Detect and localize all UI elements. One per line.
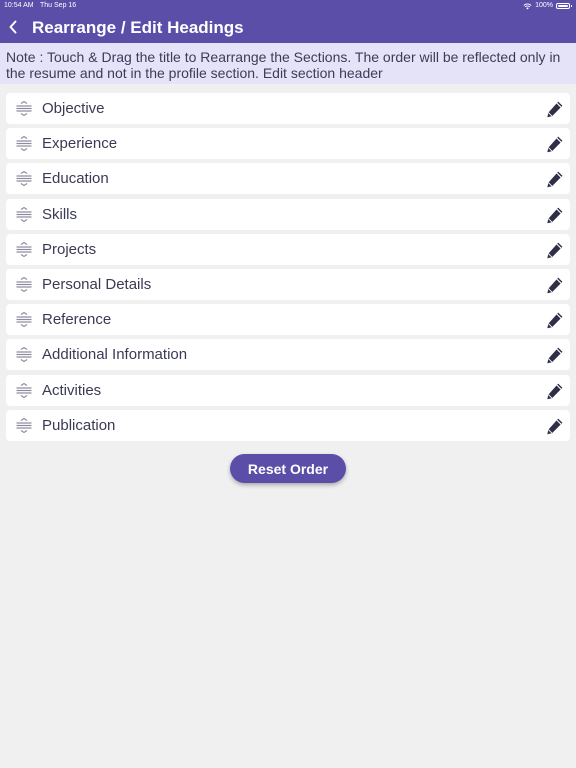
edit-pencil-icon[interactable]: [545, 134, 565, 154]
section-label: Reference: [42, 311, 112, 329]
top-app-bar: 10:54 AM Thu Sep 16 100% Rearrange / Edi…: [0, 0, 576, 43]
section-label: Activities: [42, 381, 102, 399]
section-item[interactable]: Activities: [6, 374, 570, 406]
drag-handle-icon[interactable]: [15, 100, 33, 117]
section-item[interactable]: Projects: [6, 233, 570, 265]
drag-handle-icon[interactable]: [15, 206, 33, 222]
edit-pencil-icon[interactable]: [545, 240, 565, 260]
drag-handle-icon[interactable]: [15, 311, 33, 328]
edit-pencil-icon[interactable]: [545, 310, 565, 330]
edit-pencil-icon[interactable]: [545, 169, 565, 189]
drag-handle-icon[interactable]: [15, 276, 33, 293]
section-label: Personal Details: [42, 275, 152, 293]
battery-icon: [556, 3, 572, 9]
section-label: Skills: [42, 205, 78, 223]
page-title: Rearrange / Edit Headings: [32, 18, 244, 37]
chevron-left-icon: [9, 20, 17, 34]
back-button[interactable]: [4, 16, 22, 38]
status-date: Thu Sep 16: [40, 2, 77, 9]
section-item[interactable]: Education: [6, 163, 570, 195]
battery-percent: 100%: [535, 2, 553, 9]
instruction-note: Note : Touch & Drag the title to Rearran…: [0, 43, 576, 84]
section-item[interactable]: Skills: [6, 198, 570, 230]
section-label: Publication: [42, 416, 116, 434]
section-label: Experience: [42, 135, 118, 153]
edit-pencil-icon[interactable]: [545, 416, 565, 436]
edit-pencil-icon[interactable]: [545, 275, 565, 295]
edit-pencil-icon[interactable]: [545, 381, 565, 401]
section-item[interactable]: Publication: [6, 409, 570, 441]
section-item[interactable]: Experience: [6, 128, 570, 160]
section-item[interactable]: Personal Details: [6, 268, 570, 300]
edit-pencil-icon[interactable]: [545, 99, 565, 119]
drag-handle-icon[interactable]: [15, 171, 33, 187]
section-item[interactable]: Objective: [6, 93, 570, 124]
section-label: Projects: [42, 240, 97, 258]
section-label: Additional Information: [42, 346, 188, 364]
drag-handle-icon[interactable]: [15, 241, 33, 257]
drag-handle-icon[interactable]: [15, 382, 33, 398]
section-item[interactable]: Reference: [6, 304, 570, 336]
wifi-icon: [523, 3, 532, 9]
section-item[interactable]: Additional Information: [6, 339, 570, 371]
edit-pencil-icon[interactable]: [545, 345, 565, 365]
status-bar: 10:54 AM Thu Sep 16 100%: [0, 0, 576, 12]
edit-pencil-icon[interactable]: [545, 205, 565, 225]
status-time: 10:54 AM: [4, 2, 34, 9]
drag-handle-icon[interactable]: [15, 347, 33, 363]
drag-handle-icon[interactable]: [15, 417, 33, 433]
section-label: Objective: [42, 100, 105, 117]
reset-order-button[interactable]: Reset Order: [230, 454, 346, 483]
drag-handle-icon[interactable]: [15, 136, 33, 152]
status-indicators: 100%: [523, 0, 572, 12]
section-label: Education: [42, 170, 109, 188]
section-list: Objective Experience Education Skills Projec…: [6, 93, 570, 445]
